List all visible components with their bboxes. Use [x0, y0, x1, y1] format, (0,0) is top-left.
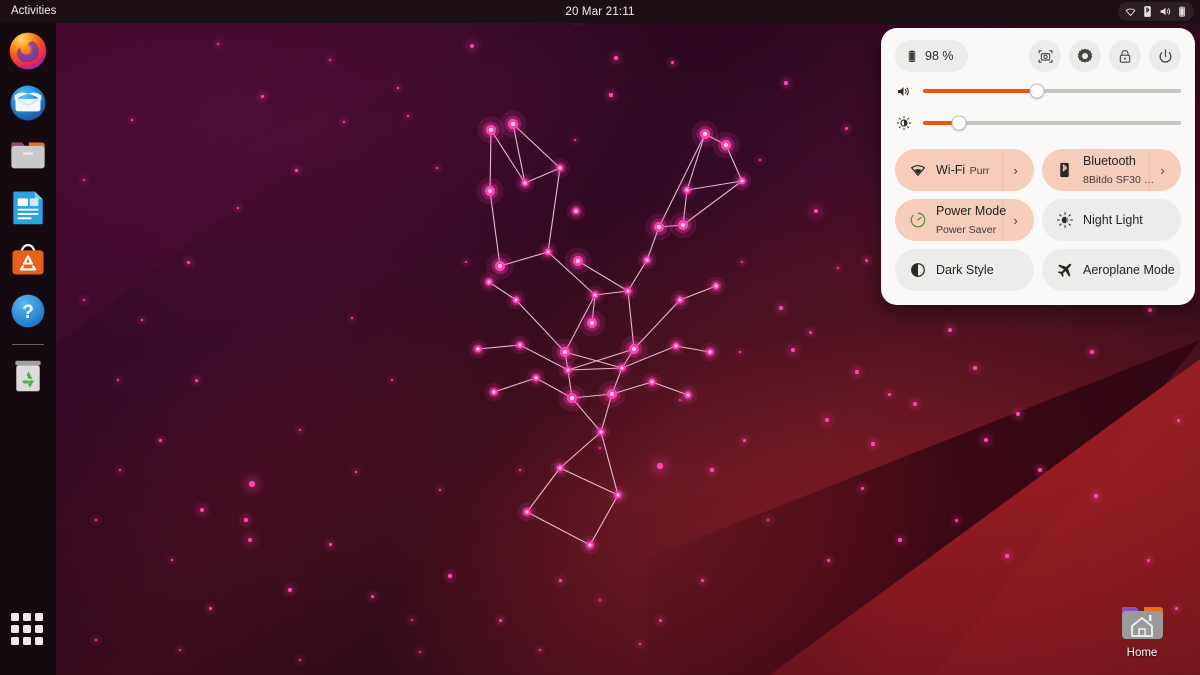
dock-item-files[interactable]	[6, 133, 50, 177]
home-folder-icon	[1122, 607, 1163, 639]
power-icon	[1159, 48, 1171, 63]
bluetooth-tile-text: Bluetooth 8Bitdo SF30 …	[1083, 152, 1154, 188]
bluetooth-tile-chevron-right-icon[interactable]: ›	[1149, 149, 1175, 191]
trash-icon	[15, 360, 41, 392]
dark-style-tile[interactable]: Dark Style	[895, 249, 1034, 291]
brightness-slider-handle[interactable]	[951, 115, 967, 131]
volume-slider-handle[interactable]	[1029, 83, 1045, 99]
files-icon	[11, 142, 45, 169]
dark-style-icon	[908, 261, 927, 279]
battery-percentage-button[interactable]: 98 %	[895, 40, 968, 72]
power-mode-tile-title: Power Mode	[936, 204, 1007, 218]
settings-button[interactable]	[1069, 40, 1101, 72]
gear-icon	[1077, 48, 1093, 63]
volume-slider[interactable]	[923, 83, 1181, 99]
volume-slider-row	[895, 78, 1181, 104]
wifi-tile-title: Wi-Fi	[936, 163, 966, 177]
power-mode-tile-subtitle: Power Saver	[936, 224, 997, 236]
power-mode-tile[interactable]: Power Mode Power Saver ›	[895, 199, 1034, 241]
wifi-tile-subtitle: Purr	[969, 165, 990, 177]
quick-settings-panel: 98 % Wi-Fi Purr › Bluetooth 8Bitdo SF30 …	[881, 28, 1195, 305]
dock-item-trash[interactable]	[6, 354, 50, 398]
top-bar: Activities 20 Mar 21:11	[0, 0, 1200, 23]
quick-settings-header: 98 %	[895, 40, 1181, 72]
night-light-icon	[1055, 211, 1074, 229]
aeroplane-mode-tile-title: Aeroplane Mode	[1083, 263, 1175, 277]
dock-item-thunderbird[interactable]	[6, 81, 50, 125]
desktop-icon-home[interactable]: Home	[1106, 599, 1178, 659]
show-applications-button[interactable]	[11, 613, 45, 647]
night-light-tile[interactable]: Night Light	[1042, 199, 1181, 241]
help-icon: ?	[11, 294, 45, 328]
quick-settings-actions	[1029, 40, 1181, 72]
volume-icon	[1160, 7, 1171, 16]
wifi-tile[interactable]: Wi-Fi Purr ›	[895, 149, 1034, 191]
night-light-tile-text: Night Light	[1083, 211, 1175, 229]
dark-style-tile-text: Dark Style	[936, 261, 1028, 279]
clock-datetime[interactable]: 20 Mar 21:11	[0, 6, 1200, 18]
screenshot-button[interactable]	[1029, 40, 1061, 72]
ubuntu-software-icon	[12, 244, 44, 275]
dock-separator	[12, 344, 44, 345]
battery-percentage-label: 98 %	[925, 49, 954, 63]
wifi-tile-chevron-right-icon[interactable]: ›	[1002, 149, 1028, 191]
aeroplane-icon	[1055, 261, 1074, 280]
libreoffice-writer-icon	[13, 191, 43, 225]
night-light-tile-title: Night Light	[1083, 213, 1143, 227]
bluetooth-tile-subtitle: 8Bitdo SF30 …	[1083, 174, 1155, 186]
firefox-icon	[9, 32, 47, 70]
power-mode-tile-text: Power Mode Power Saver	[936, 202, 1006, 238]
lock-icon	[1119, 49, 1131, 63]
thunderbird-icon	[10, 85, 46, 121]
brightness-slider[interactable]	[923, 115, 1181, 131]
wifi-icon	[908, 161, 927, 179]
brightness-slider-row	[895, 110, 1181, 136]
svg-text:?: ?	[22, 302, 34, 323]
volume-icon	[895, 84, 912, 99]
battery-icon	[1179, 6, 1185, 17]
wifi-icon	[1125, 8, 1136, 17]
power-mode-icon	[908, 211, 927, 229]
bluetooth-tile-title: Bluetooth	[1083, 154, 1136, 168]
dock-item-firefox[interactable]	[6, 29, 50, 73]
wifi-tile-text: Wi-Fi Purr	[936, 161, 1002, 179]
volume-slider-fill	[923, 89, 1037, 93]
desktop-screen: Home Activities 20 Mar 21:11 ? 98 % Wi-F…	[0, 0, 1200, 675]
bluetooth-tile[interactable]: Bluetooth 8Bitdo SF30 … ›	[1042, 149, 1181, 191]
power-button[interactable]	[1149, 40, 1181, 72]
aeroplane-mode-tile-text: Aeroplane Mode	[1083, 261, 1175, 279]
dock-item-help[interactable]: ?	[6, 289, 50, 333]
brightness-icon	[895, 115, 912, 131]
desktop-icon-label: Home	[1126, 647, 1158, 659]
dock-item-ubuntu-software[interactable]	[6, 237, 50, 281]
quick-settings-tiles: Wi-Fi Purr › Bluetooth 8Bitdo SF30 … › P…	[895, 149, 1181, 291]
power-mode-tile-chevron-right-icon[interactable]: ›	[1002, 199, 1028, 241]
screenshot-icon	[1038, 49, 1052, 63]
dock: ?	[0, 23, 56, 675]
bluetooth-icon	[1144, 6, 1151, 17]
battery-icon	[908, 50, 916, 62]
dock-item-libreoffice-writer[interactable]	[6, 185, 50, 229]
aeroplane-mode-tile[interactable]: Aeroplane Mode	[1042, 249, 1181, 291]
dark-style-tile-title: Dark Style	[936, 263, 994, 277]
lock-button[interactable]	[1109, 40, 1141, 72]
bluetooth-icon	[1055, 161, 1074, 179]
system-status-menu[interactable]	[1118, 2, 1194, 21]
